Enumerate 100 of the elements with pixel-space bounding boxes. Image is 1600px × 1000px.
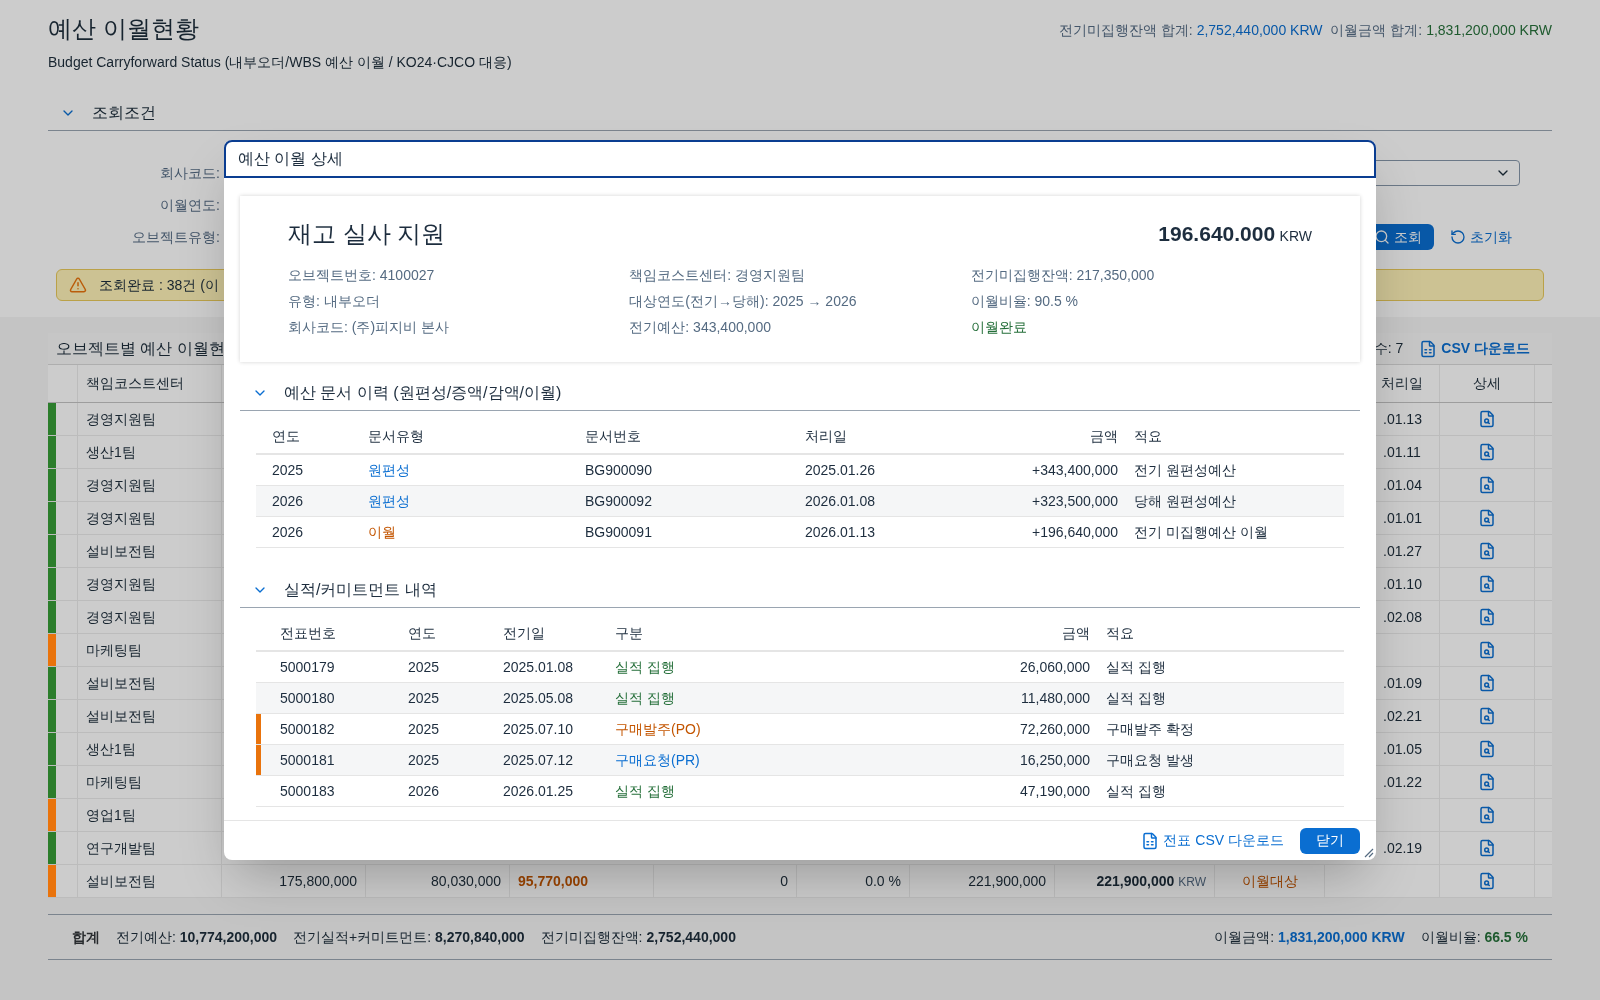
table-cell-text: .01.05 bbox=[1383, 739, 1422, 759]
table-cell-text: 설비보전팀 bbox=[86, 871, 156, 891]
file-search-icon[interactable] bbox=[1478, 608, 1496, 626]
spreadsheet-icon bbox=[1419, 339, 1438, 358]
table-cell-text: 생산1팀 bbox=[86, 442, 136, 462]
file-search-icon[interactable] bbox=[1478, 674, 1496, 692]
info-field: 전기미집행잔액: 217,350,000 bbox=[970, 264, 1155, 286]
status-text: 이월완료 bbox=[970, 317, 1027, 337]
table-cell-text: 마케팅팀 bbox=[86, 772, 142, 792]
table-cell: +343,400,000 bbox=[1031, 461, 1118, 478]
info-field: 책임코스트센터: 경영지원팀 bbox=[629, 264, 806, 286]
table-cell: 구매요청 발생 bbox=[1106, 751, 1194, 768]
table-cell: 16,250,000 bbox=[1019, 751, 1090, 768]
table-cell-text: 0 bbox=[780, 871, 788, 891]
table-cell-text: 이월대상 bbox=[1241, 871, 1298, 891]
table-cell-text: 경영지원팀 bbox=[86, 409, 156, 429]
table-cell: 이월 bbox=[368, 523, 396, 540]
table-cell: 구매요청(PR) bbox=[615, 751, 700, 768]
table-cell: 5000182 bbox=[280, 720, 335, 737]
table-cell: 2025.07.10 bbox=[503, 720, 574, 737]
table-cell: 실적 집행 bbox=[1106, 782, 1166, 799]
table-cell: 실적 집행 bbox=[615, 689, 675, 706]
table-cell-text: .01.01 bbox=[1383, 508, 1422, 528]
file-search-icon[interactable] bbox=[1478, 410, 1496, 428]
file-search-icon[interactable] bbox=[1478, 575, 1496, 593]
table-cell: 원편성 bbox=[368, 461, 410, 478]
table-cell-text: 0.0 % bbox=[865, 871, 901, 891]
table-cell: 당해 원편성예산 bbox=[1134, 492, 1236, 509]
table-cell-text: .02.21 bbox=[1383, 706, 1422, 726]
table-cell: 실적 집행 bbox=[615, 658, 675, 675]
table-cell: 2025 bbox=[408, 689, 440, 706]
page-title: 예산 이월현황 bbox=[48, 14, 199, 44]
file-search-icon[interactable] bbox=[1478, 707, 1496, 725]
column-header: 연도 bbox=[408, 624, 436, 641]
table-cell-text: 경영지원팀 bbox=[86, 475, 156, 495]
table-cell-text: 설비보전팀 bbox=[86, 541, 156, 561]
table-cell-text: .01.04 bbox=[1383, 475, 1422, 495]
csv-download-button[interactable]: CSV 다운로드 bbox=[1419, 338, 1530, 359]
table-cell: BG900090 bbox=[585, 461, 652, 478]
reset-button[interactable]: 초기화 bbox=[1446, 224, 1516, 250]
file-search-icon[interactable] bbox=[1478, 806, 1496, 824]
table-cell: 11,480,000 bbox=[1020, 689, 1090, 706]
info-field: 전기예산: 343,400,000 bbox=[629, 316, 771, 338]
column-header: 금액 bbox=[1090, 427, 1118, 444]
column-header: 구분 bbox=[615, 624, 643, 641]
column-header: 금액 bbox=[1062, 624, 1090, 641]
table-cell-text: 영업1팀 bbox=[86, 805, 136, 825]
info-field: 오브젝트번호: 4100027 bbox=[288, 264, 435, 286]
file-search-icon[interactable] bbox=[1478, 773, 1496, 791]
table-cell-text: 생산1팀 bbox=[86, 739, 136, 759]
section-title: 예산 문서 이력 (원편성/증액/감액/이월) bbox=[284, 382, 562, 403]
file-search-icon[interactable] bbox=[1478, 542, 1496, 560]
table-cell: 72,260,000 bbox=[1019, 720, 1090, 737]
total-item: 전기예산: 10,774,200,000 bbox=[116, 927, 278, 947]
table-cell-text: 경영지원팀 bbox=[86, 574, 156, 594]
search-icon bbox=[1374, 229, 1390, 245]
file-search-icon[interactable] bbox=[1478, 839, 1496, 857]
info-field: 대상연도(전기→당해): 2025 → 2026 bbox=[629, 290, 857, 312]
table-cell: +323,500,000 bbox=[1031, 492, 1118, 509]
resize-handle-icon[interactable] bbox=[1364, 848, 1374, 858]
table-cell: 구매발주 확정 bbox=[1106, 720, 1194, 737]
table-cell: 2026 bbox=[272, 523, 304, 540]
file-search-icon[interactable] bbox=[1478, 476, 1496, 494]
table-cell: 2025 bbox=[408, 720, 440, 737]
table-cell-text: 경영지원팀 bbox=[86, 607, 156, 627]
field-label: 회사코드: bbox=[159, 163, 220, 183]
object-name: 재고 실사 지원 bbox=[288, 219, 446, 249]
file-search-icon[interactable] bbox=[1478, 740, 1496, 758]
total-summary: 이월금액 합계: 1,831,200,000 KRW bbox=[1330, 21, 1552, 40]
table-cell-text: .01.13 bbox=[1383, 409, 1422, 429]
carryover-amount: 196.640.000 KRW bbox=[1158, 221, 1312, 248]
field-label: 오브젝트유형: bbox=[131, 227, 220, 247]
column-header: 문서유형 bbox=[368, 427, 424, 444]
table-cell: 실적 집행 bbox=[1106, 689, 1166, 706]
column-header: 처리일 bbox=[805, 427, 847, 444]
table-cell-text: 설비보전팀 bbox=[86, 673, 156, 693]
table-cell-text: 95,770,000 bbox=[518, 871, 589, 891]
table-cell: 2025 bbox=[408, 658, 440, 675]
table-cell: 2026.01.08 bbox=[805, 492, 876, 509]
table-cell: 2026.01.13 bbox=[805, 523, 876, 540]
table-cell: 5000181 bbox=[280, 751, 335, 768]
table-cell-text: 경영지원팀 bbox=[86, 508, 156, 528]
file-search-icon[interactable] bbox=[1478, 641, 1496, 659]
table-cell: 실적 집행 bbox=[1106, 658, 1166, 675]
csv-download-link[interactable]: 전표 CSV 다운로드 bbox=[1141, 830, 1284, 851]
close-button[interactable]: 닫기 bbox=[1300, 827, 1360, 854]
column-header: 처리일 bbox=[1381, 374, 1423, 393]
column-header: 문서번호 bbox=[585, 427, 641, 444]
table-cell-text: 175,800,000 bbox=[279, 871, 357, 891]
info-field: 유형: 내부오더 bbox=[288, 290, 380, 312]
file-search-icon[interactable] bbox=[1478, 509, 1496, 527]
total-summary: 전기미집행잔액 합계: 2,752,440,000 KRW bbox=[1058, 21, 1323, 40]
table-cell: 5000183 bbox=[280, 782, 335, 799]
table-cell: 원편성 bbox=[368, 492, 410, 509]
info-field: 이월비율: 90.5 % bbox=[970, 290, 1079, 312]
total-item: 이월비율: 66.5 % bbox=[1420, 927, 1528, 947]
info-field: 회사코드: (주)피지비 본사 bbox=[288, 316, 449, 338]
file-search-icon[interactable] bbox=[1478, 872, 1496, 890]
file-search-icon[interactable] bbox=[1478, 443, 1496, 461]
table-cell-text: 연구개발팀 bbox=[86, 838, 156, 858]
